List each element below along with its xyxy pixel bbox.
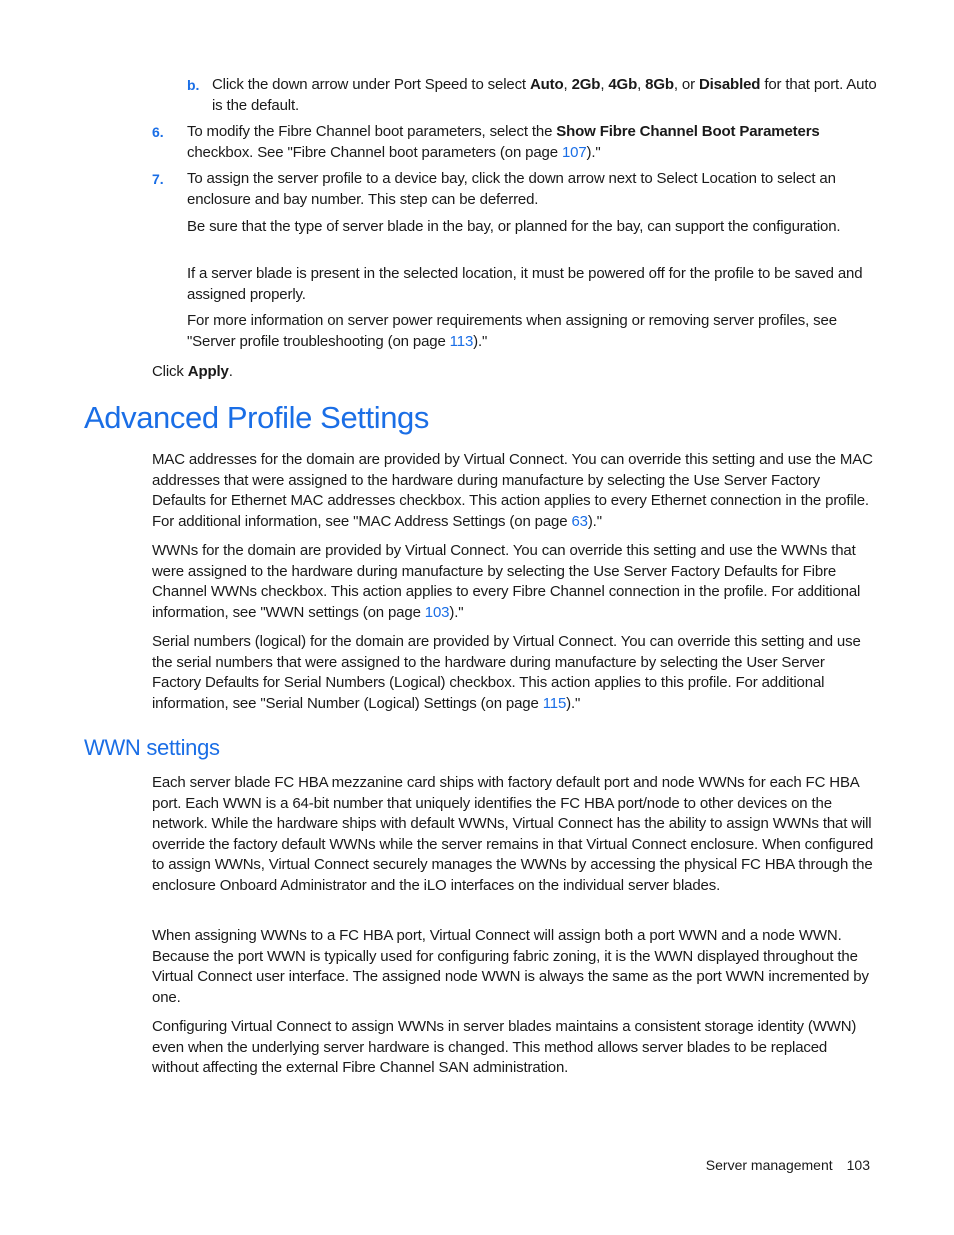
wwn-paragraph: WWNs for the domain are provided by Virt… xyxy=(152,542,861,621)
step-b: b. Click the down arrow under Port Speed… xyxy=(187,75,877,116)
step-text: To modify the Fibre Channel boot paramet… xyxy=(187,123,820,161)
step-marker: 7. xyxy=(152,171,164,187)
option-2gb: 2Gb xyxy=(571,76,601,93)
step-7-note-2: If a server blade is present in the sele… xyxy=(187,265,863,303)
page-link-103[interactable]: 103 xyxy=(425,604,450,621)
page-number: 103 xyxy=(846,1157,870,1173)
page-link-107[interactable]: 107 xyxy=(562,144,587,161)
wwn-assignment-paragraph: When assigning WWNs to a FC HBA port, Vi… xyxy=(152,927,869,1006)
section-heading: Advanced Profile Settings xyxy=(84,400,429,435)
page-link-63[interactable]: 63 xyxy=(571,513,588,530)
serial-number-paragraph: Serial numbers (logical) for the domain … xyxy=(152,633,861,712)
page-link-115[interactable]: 115 xyxy=(543,695,567,712)
document-page: b. Click the down arrow under Port Speed… xyxy=(0,0,954,1235)
apply-label: Apply xyxy=(187,363,229,380)
step-6: 6. To modify the Fibre Channel boot para… xyxy=(152,122,872,163)
step-7-note-3: For more information on server power req… xyxy=(187,312,837,350)
option-4gb: 4Gb xyxy=(608,76,638,93)
checkbox-name: Show Fibre Channel Boot Parameters xyxy=(556,123,820,140)
step-7-note-1: Be sure that the type of server blade in… xyxy=(187,218,841,235)
step-text: Click the down arrow under Port Speed to… xyxy=(212,76,877,114)
wwn-overview-paragraph: Each server blade FC HBA mezzanine card … xyxy=(152,774,874,894)
footer-section-name: Server management xyxy=(705,1157,833,1173)
page-footer: Server management 103 xyxy=(690,1157,870,1173)
page-link-113[interactable]: 113 xyxy=(450,333,474,350)
step-marker: b. xyxy=(187,77,200,93)
apply-instruction: Click Apply. xyxy=(152,363,233,380)
option-disabled: Disabled xyxy=(698,76,761,93)
option-auto: Auto xyxy=(529,76,564,93)
mac-address-paragraph: MAC addresses for the domain are provide… xyxy=(152,451,873,530)
step-marker: 6. xyxy=(152,124,164,140)
wwn-identity-paragraph: Configuring Virtual Connect to assign WW… xyxy=(152,1018,857,1076)
option-8gb: 8Gb xyxy=(645,76,674,93)
step-7: 7. To assign the server profile to a dev… xyxy=(152,169,872,210)
subsection-heading: WWN settings xyxy=(84,735,220,760)
step-text: To assign the server profile to a device… xyxy=(187,170,836,208)
